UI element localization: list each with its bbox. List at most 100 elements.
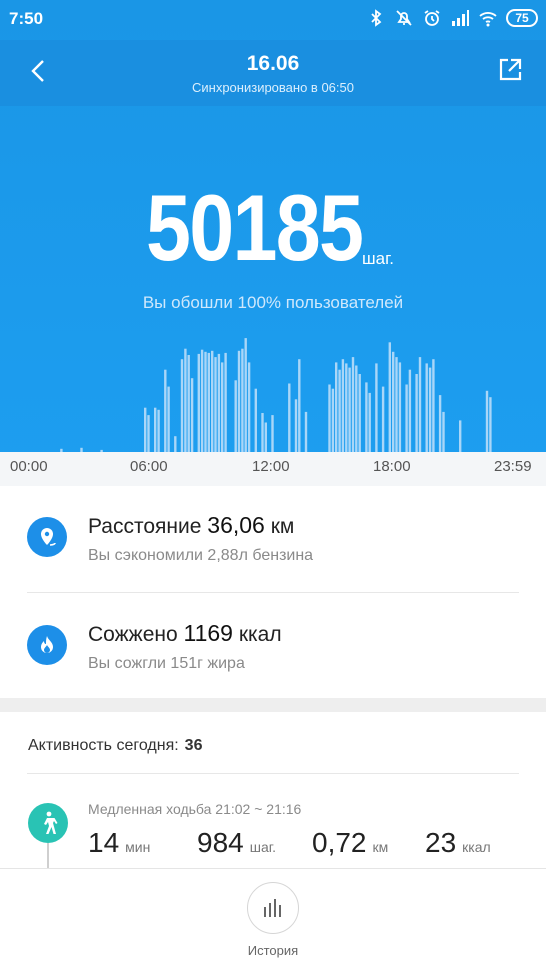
x-tick: 23:59 (494, 458, 532, 475)
chart-bar (197, 353, 200, 452)
activity-duration: 14 мин (88, 827, 150, 859)
activity-calories: 23 ккал (425, 827, 491, 859)
chart-bar (459, 420, 462, 452)
chart-bar (200, 349, 204, 452)
chart-bar (331, 388, 335, 452)
chart-bar (432, 359, 435, 452)
chart-bar (405, 384, 408, 452)
steps-value: 984 (197, 827, 244, 858)
activity-header: Активность сегодня: 36 (28, 737, 202, 755)
chart-bar (381, 386, 385, 452)
duration-unit: мин (125, 839, 151, 855)
chart-bar (234, 380, 237, 452)
chart-bar (174, 436, 177, 452)
chart-bar (190, 378, 194, 452)
history-button[interactable] (247, 882, 299, 934)
notifications-off-icon (396, 10, 412, 26)
section-gap (0, 698, 546, 712)
distance-value: 36,06 (207, 512, 265, 538)
chart-bar (254, 388, 257, 452)
chart-bar (485, 390, 489, 452)
chart-bar (428, 367, 432, 452)
chart-bar (418, 357, 422, 452)
chart-bar (358, 374, 361, 452)
chart-bar (271, 415, 274, 452)
sync-status: Синхронизировано в 06:50 (192, 80, 354, 95)
calories-title: Сожжено 1169 ккал (88, 620, 282, 647)
distance-row[interactable]: Расстояние 36,06 км Вы сэкономили 2,88л … (0, 486, 546, 594)
x-tick: 12:00 (252, 458, 290, 475)
chart-bar (264, 422, 267, 452)
bluetooth-icon (371, 9, 382, 27)
history-label[interactable]: История (0, 943, 546, 958)
steps-unit-label: шаг. (249, 839, 277, 855)
status-time: 7:50 (9, 9, 44, 28)
chart-bar (365, 382, 368, 452)
duration-value: 14 (88, 827, 120, 858)
calories-value: 1169 (183, 620, 233, 646)
activity-item-title: Медленная ходьба 21:02 ~ 21:16 (88, 801, 302, 817)
location-pin-icon (27, 517, 67, 557)
chart-bar (335, 362, 338, 452)
chart-bar (348, 367, 351, 452)
calories-subtitle: Вы сожгли 151г жира (88, 655, 245, 672)
chart-bar (388, 342, 391, 452)
battery-indicator: 75 (506, 9, 538, 27)
chart-bar (368, 392, 371, 452)
calories-unit-small: ккал (462, 839, 491, 855)
activity-count: 36 (184, 737, 203, 754)
x-tick: 18:00 (373, 458, 411, 475)
chart-bar (392, 351, 395, 452)
distance-label: Расстояние (88, 515, 202, 538)
chart-bar (147, 415, 150, 452)
chart-bar (214, 357, 217, 452)
x-tick: 06:00 (130, 458, 168, 475)
flame-icon (27, 625, 67, 665)
calories-row[interactable]: Сожжено 1169 ккал Вы сожгли 151г жира (0, 593, 546, 701)
chart-bar (207, 352, 210, 452)
calories-value-small: 23 (425, 827, 457, 858)
chart-bar (167, 386, 170, 452)
divider (27, 773, 519, 774)
bottom-bar: История (0, 868, 546, 971)
chart-bar (204, 351, 207, 452)
activity-label: Активность сегодня: (28, 737, 179, 754)
chart-bar (154, 407, 157, 452)
chart-bar (489, 397, 492, 452)
chart-bar (395, 357, 398, 452)
chart-x-axis: 00:00 06:00 12:00 18:00 23:59 (0, 452, 546, 486)
steps-bar-chart[interactable] (0, 330, 546, 452)
chart-bar (398, 362, 402, 452)
chart-bar (328, 384, 331, 452)
chart-bar (184, 348, 187, 452)
chart-bar (261, 413, 264, 452)
share-icon[interactable] (496, 56, 524, 84)
steps-comparison: Вы обошли 100% пользователей (142, 293, 404, 312)
chart-bar (211, 350, 214, 452)
distance-unit: км (270, 515, 295, 538)
chart-bar (375, 363, 378, 452)
signal-icon (452, 10, 469, 26)
chart-bar (345, 363, 348, 452)
calories-unit: ккал (238, 623, 282, 646)
activity-distance: 0,72 км (312, 827, 388, 859)
alarm-icon (424, 10, 440, 26)
chart-bar (187, 355, 190, 452)
chart-bar (294, 399, 298, 452)
chart-bar (164, 369, 167, 452)
chart-bar (217, 353, 221, 452)
chart-bar (442, 411, 445, 452)
distance-value-small: 0,72 (312, 827, 367, 858)
chart-bar (438, 395, 442, 452)
chart-bar (425, 363, 428, 452)
chart-bar (247, 362, 251, 452)
chart-bar (288, 383, 291, 452)
distance-title: Расстояние 36,06 км (88, 512, 294, 539)
bar-chart-icon (264, 899, 281, 917)
chart-bar (408, 369, 412, 452)
wifi-icon (479, 12, 497, 27)
distance-subtitle: Вы сэкономили 2,88л бензина (88, 547, 314, 564)
chart-bar (415, 374, 418, 452)
top-bar: 16.06 Синхронизировано в 06:50 (0, 40, 546, 106)
chart-bar (241, 348, 244, 452)
